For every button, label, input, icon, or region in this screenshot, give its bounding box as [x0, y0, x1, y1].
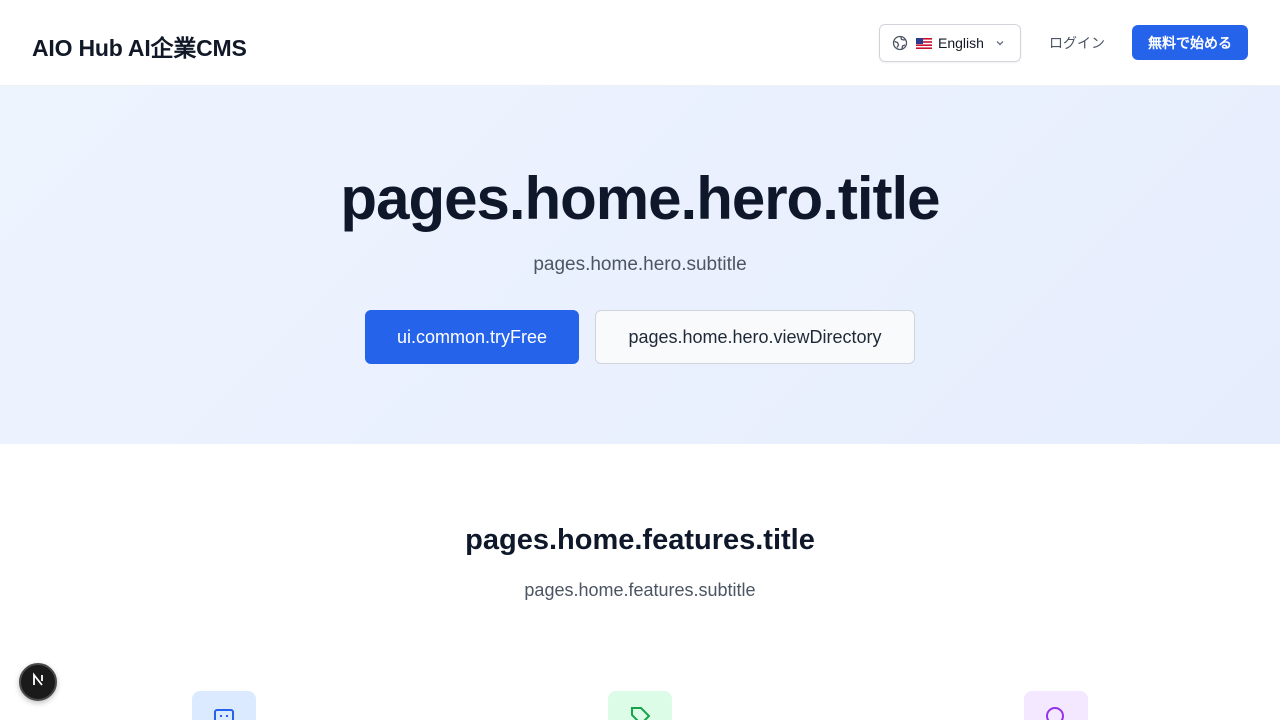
hero-subtitle: pages.home.hero.subtitle	[533, 254, 747, 275]
site-header: AIO Hub AI企業CMS English ログイン 無料で始める	[0, 0, 1280, 86]
feature-card-icon-1	[192, 691, 256, 720]
nextjs-dev-badge[interactable]	[19, 663, 57, 701]
feature-card-icon-2	[608, 691, 672, 720]
nextjs-icon	[30, 671, 46, 693]
robot-icon	[213, 705, 235, 720]
hero-title: pages.home.hero.title	[340, 165, 940, 232]
hero-section: pages.home.hero.title pages.home.hero.su…	[0, 86, 1280, 444]
features-subtitle: pages.home.features.subtitle	[524, 580, 756, 600]
view-directory-button[interactable]: pages.home.hero.viewDirectory	[595, 310, 915, 364]
start-free-button[interactable]: 無料で始める	[1132, 25, 1248, 60]
tag-icon	[629, 705, 651, 720]
chevron-down-icon	[994, 37, 1006, 49]
us-flag-icon	[916, 37, 932, 49]
globe-icon	[892, 35, 908, 51]
features-title: pages.home.features.title	[465, 524, 815, 556]
search-icon	[1044, 705, 1068, 720]
brand-logo[interactable]: AIO Hub AI企業CMS	[32, 29, 247, 63]
login-link[interactable]: ログイン	[1049, 33, 1105, 53]
language-selector[interactable]: English	[879, 24, 1021, 62]
language-label: English	[938, 35, 984, 51]
try-free-button[interactable]: ui.common.tryFree	[365, 310, 579, 364]
feature-card-icon-3	[1024, 691, 1088, 720]
